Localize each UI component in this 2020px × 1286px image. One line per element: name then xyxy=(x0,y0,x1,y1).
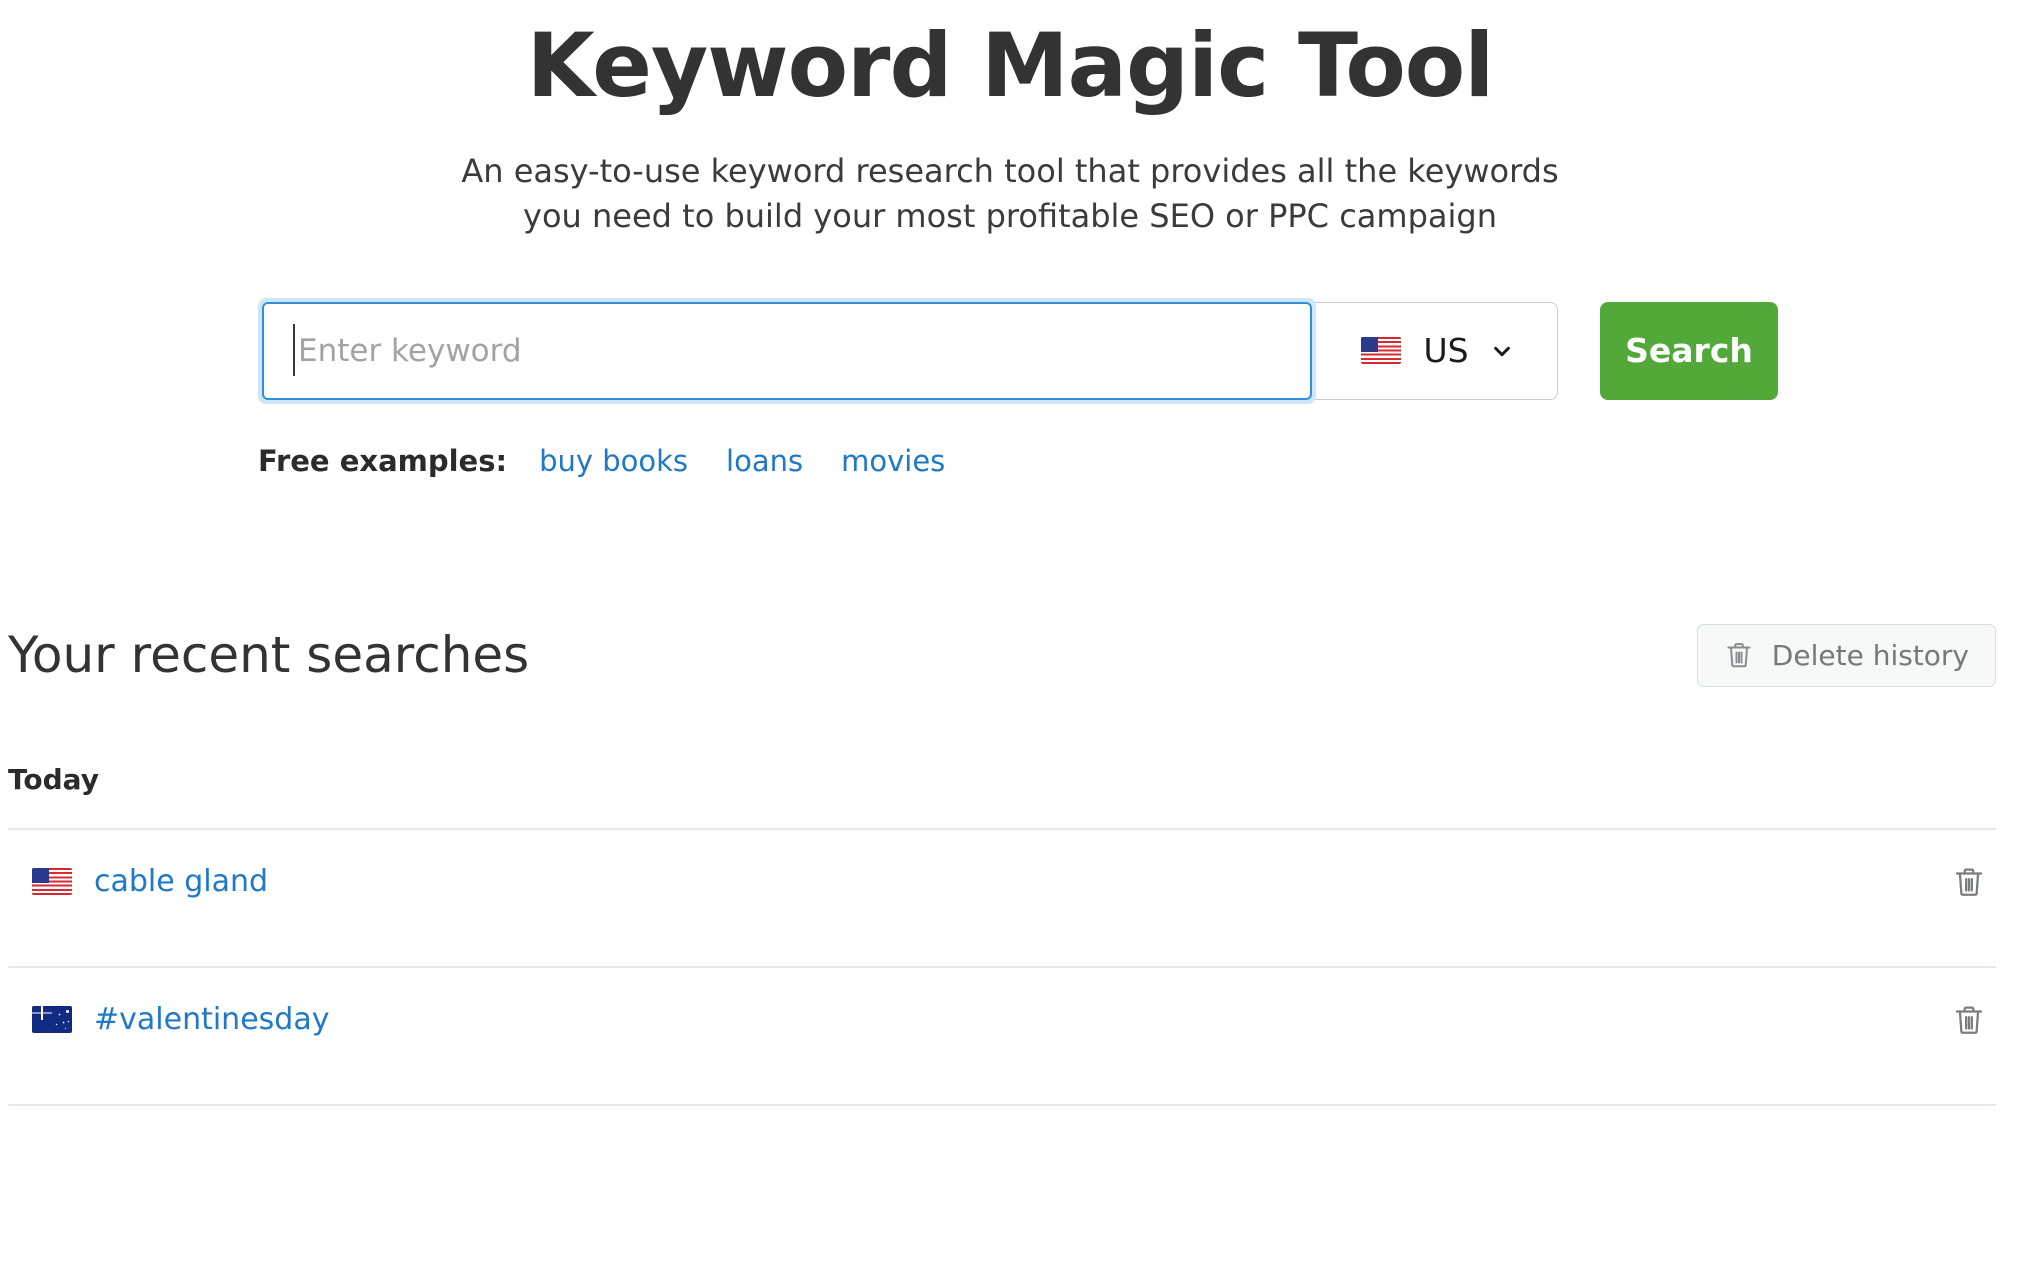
history-term-link[interactable]: #valentinesday xyxy=(94,1002,329,1037)
search-button[interactable]: Search xyxy=(1600,301,1778,400)
divider-bottom xyxy=(8,1103,1996,1106)
example-link-buy-books[interactable]: buy books xyxy=(539,444,688,478)
history-group-label: Today xyxy=(8,762,99,796)
table-row[interactable]: #valentinesday xyxy=(8,968,1996,1072)
flag-us-icon xyxy=(32,868,72,896)
recent-searches-title: Your recent searches xyxy=(8,626,530,685)
recent-searches-section: Your recent searches Delete history Toda… xyxy=(0,623,2020,1106)
country-code-label: US xyxy=(1423,331,1469,371)
search-row: US Search xyxy=(0,297,2020,404)
trash-icon xyxy=(1952,865,1986,899)
search-shell: US xyxy=(258,297,1558,404)
free-examples: Free examples: buy books loans movies xyxy=(0,444,2020,478)
text-caret xyxy=(293,323,295,376)
trash-icon xyxy=(1952,1003,1986,1037)
history-term-link[interactable]: cable gland xyxy=(94,864,268,899)
recent-searches-header: Your recent searches Delete history xyxy=(8,623,1996,687)
history-row-content: cable gland xyxy=(8,864,268,899)
history-row-content: #valentinesday xyxy=(8,1002,329,1037)
free-examples-label: Free examples: xyxy=(258,443,508,478)
trash-icon xyxy=(1724,640,1754,670)
example-link-movies[interactable]: movies xyxy=(841,444,945,478)
flag-us-icon xyxy=(1361,337,1402,365)
search-input[interactable] xyxy=(262,301,1312,400)
chevron-down-icon xyxy=(1491,340,1513,362)
table-row[interactable]: cable gland xyxy=(8,830,1996,934)
flag-au-icon xyxy=(32,1006,72,1034)
page-title: Keyword Magic Tool xyxy=(526,14,1495,117)
row-delete-button[interactable] xyxy=(1952,865,1996,899)
hero-section: Keyword Magic Tool An easy-to-use keywor… xyxy=(0,0,2020,240)
example-link-loans[interactable]: loans xyxy=(726,444,803,478)
delete-history-label: Delete history xyxy=(1771,638,1969,672)
page-subtitle: An easy-to-use keyword research tool tha… xyxy=(461,152,1559,236)
search-input-wrapper xyxy=(258,297,1316,404)
country-select[interactable]: US xyxy=(1316,302,1558,400)
delete-history-button[interactable]: Delete history xyxy=(1696,623,1996,687)
row-delete-button[interactable] xyxy=(1952,1003,1996,1037)
